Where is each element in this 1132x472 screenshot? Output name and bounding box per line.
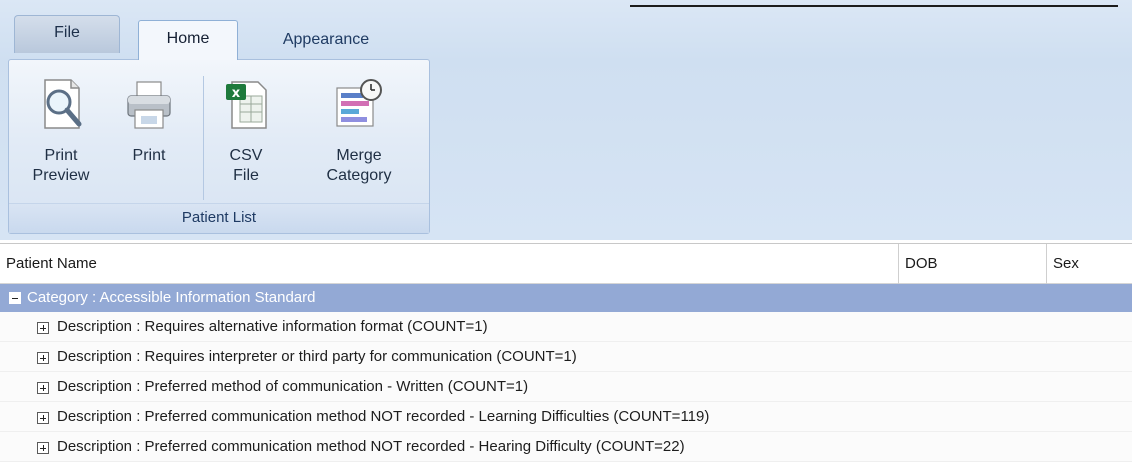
ribbon-separator xyxy=(203,76,204,200)
column-header-sex[interactable]: Sex xyxy=(1047,244,1132,284)
expand-icon[interactable] xyxy=(37,382,49,394)
description-label: Description : Preferred communication me… xyxy=(57,408,710,425)
print-button[interactable]: Print xyxy=(117,60,181,202)
collapse-icon[interactable] xyxy=(9,292,21,304)
print-label: Print xyxy=(132,147,166,164)
description-group-row[interactable]: Description : Requires alternative infor… xyxy=(0,312,1132,342)
description-label: Description : Preferred method of commun… xyxy=(57,378,529,395)
expand-icon[interactable] xyxy=(37,352,49,364)
merge-category-label: Merge Category xyxy=(326,147,392,184)
category-label: Category : Accessible Information Standa… xyxy=(27,289,316,306)
description-label: Description : Requires alternative infor… xyxy=(57,318,488,335)
category-group-row[interactable]: Category : Accessible Information Standa… xyxy=(0,284,1132,312)
csv-file-icon: x xyxy=(226,81,267,129)
csv-file-label: CSV File xyxy=(229,147,263,184)
description-group-row[interactable]: Description : Preferred communication me… xyxy=(0,402,1132,432)
svg-text:x: x xyxy=(232,86,241,101)
csv-file-button[interactable]: x CSV File xyxy=(209,60,283,202)
tab-file[interactable]: File xyxy=(14,15,120,53)
description-group-row[interactable]: Description : Preferred communication me… xyxy=(0,432,1132,462)
expand-icon[interactable] xyxy=(37,412,49,424)
description-label: Description : Requires interpreter or th… xyxy=(57,348,577,365)
grid-header: Patient Name DOB Sex xyxy=(0,244,1132,284)
print-preview-icon xyxy=(44,79,82,129)
printer-icon xyxy=(127,81,171,129)
ribbon-group-patient-list: Print Preview Print x CSV File Merge Cat… xyxy=(8,59,430,234)
print-preview-label: Print Preview xyxy=(32,147,90,184)
merge-category-button[interactable]: Merge Category xyxy=(301,60,417,202)
tab-appearance[interactable]: Appearance xyxy=(252,22,400,60)
patient-grid: Patient Name DOB Sex Category : Accessib… xyxy=(0,243,1132,472)
print-preview-button[interactable]: Print Preview xyxy=(21,60,101,202)
description-group-row[interactable]: Description : Preferred method of commun… xyxy=(0,372,1132,402)
column-header-patient-name[interactable]: Patient Name xyxy=(0,244,899,284)
ribbon: File Home Appearance Print Preview Print… xyxy=(0,0,1132,240)
tab-home[interactable]: Home xyxy=(138,20,238,60)
expand-icon[interactable] xyxy=(37,442,49,454)
ribbon-group-label: Patient List xyxy=(9,203,429,233)
merge-category-icon xyxy=(336,79,382,127)
title-bar-edge xyxy=(630,5,1118,7)
description-label: Description : Preferred communication me… xyxy=(57,438,685,455)
description-group-row[interactable]: Description : Requires interpreter or th… xyxy=(0,342,1132,372)
expand-icon[interactable] xyxy=(37,322,49,334)
column-header-dob[interactable]: DOB xyxy=(899,244,1047,284)
